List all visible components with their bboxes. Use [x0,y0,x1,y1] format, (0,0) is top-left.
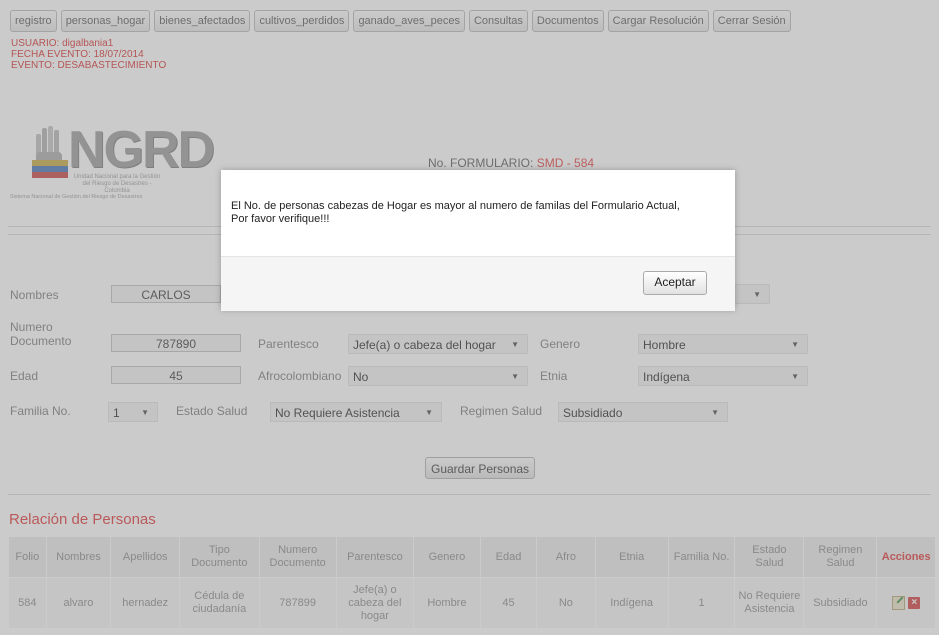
alert-message-line2: Por favor verifique!!! [231,213,330,225]
alert-dialog: El No. de personas cabezas de Hogar es m… [221,170,735,311]
page: registro personas_hogar bienes_afectados… [0,0,939,635]
modal-overlay [0,0,939,635]
alert-message-line1: El No. de personas cabezas de Hogar es m… [231,200,680,212]
aceptar-button[interactable]: Aceptar [643,271,707,295]
alert-message: El No. de personas cabezas de Hogar es m… [231,200,721,226]
